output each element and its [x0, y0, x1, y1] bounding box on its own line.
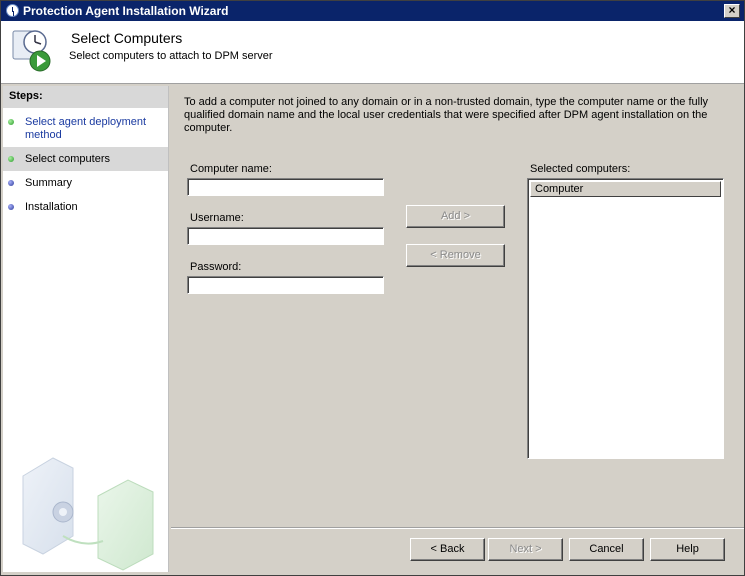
clock-app-icon — [6, 4, 19, 17]
step-select-computers[interactable]: Select computers — [3, 147, 168, 171]
steps-heading: Steps: — [3, 86, 168, 108]
wizard-header: Select Computers Select computers to att… — [1, 21, 744, 84]
step-pending-icon — [8, 204, 14, 210]
footer-divider — [171, 527, 744, 529]
password-label: Password: — [190, 261, 242, 273]
window-title: Protection Agent Installation Wizard — [23, 4, 229, 18]
password-input[interactable] — [187, 276, 384, 294]
main-content: To add a computer not joined to any doma… — [171, 86, 744, 526]
computer-name-label: Computer name: — [190, 163, 272, 175]
step-complete-icon — [8, 119, 14, 125]
remove-button[interactable]: < Remove — [406, 244, 505, 267]
title-bar[interactable]: Protection Agent Installation Wizard × — [1, 1, 744, 21]
add-button[interactable]: Add > — [406, 205, 505, 228]
step-pending-icon — [8, 180, 14, 186]
step-label: Installation — [25, 201, 78, 213]
back-button[interactable]: < Back — [410, 538, 485, 561]
selected-computers-label: Selected computers: — [530, 163, 631, 175]
step-current-icon — [8, 156, 14, 162]
step-select-deployment-method[interactable]: Select agent deployment method — [3, 110, 168, 142]
instructions-text: To add a computer not joined to any doma… — [184, 96, 709, 134]
step-summary: Summary — [3, 173, 168, 195]
step-label: Summary — [25, 177, 73, 189]
username-label: Username: — [190, 212, 244, 224]
close-button[interactable]: × — [724, 4, 740, 18]
step-installation: Installation — [3, 197, 168, 219]
computer-column-header[interactable]: Computer — [530, 181, 721, 197]
selected-computers-list[interactable]: Computer — [527, 178, 724, 459]
step-label: Select computers — [25, 153, 110, 165]
steps-sidebar: Steps: Select agent deployment method Se… — [3, 86, 169, 572]
next-button[interactable]: Next > — [488, 538, 563, 561]
servers-decoration-icon — [22, 457, 154, 571]
close-icon: × — [728, 3, 736, 17]
username-input[interactable] — [187, 227, 384, 245]
server-clock-icon — [12, 30, 51, 72]
wizard-window: Protection Agent Installation Wizard × S… — [0, 0, 745, 576]
page-subtitle: Select computers to attach to DPM server — [69, 50, 273, 62]
computer-name-input[interactable] — [187, 178, 384, 196]
help-button[interactable]: Help — [650, 538, 725, 561]
page-title: Select Computers — [71, 30, 183, 46]
cancel-button[interactable]: Cancel — [569, 538, 644, 561]
step-label[interactable]: Select agent deployment method — [25, 116, 155, 142]
